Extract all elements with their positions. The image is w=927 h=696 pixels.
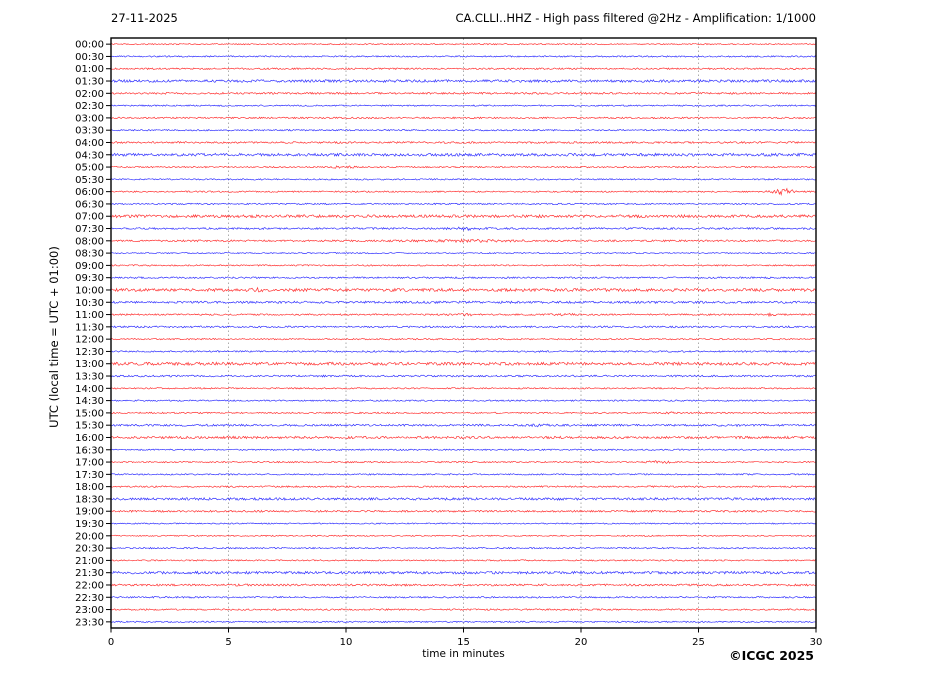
trace-row [110,399,817,402]
trace-row [110,276,817,280]
y-tick-label: 22:00 [75,580,104,591]
y-tick-label: 18:00 [75,482,104,493]
trace-row [110,583,817,587]
y-tick-label: 06:00 [75,187,104,198]
trace-row [110,448,817,452]
x-axis-title: time in minutes [422,648,505,660]
y-tick-label: 02:30 [75,101,104,112]
y-tick-label: 21:00 [75,556,104,567]
trace-row [110,128,817,132]
y-tick-label: 17:00 [75,458,104,469]
y-tick-label: 09:30 [75,273,104,284]
y-tick-label: 15:30 [75,421,104,432]
trace-row [110,473,817,476]
y-tick-label: 13:30 [75,372,104,383]
trace-row [110,78,817,84]
y-tick-label: 06:30 [75,199,104,210]
helicorder-screenshot: 27-11-2025 CA.CLLI..HHZ - High pass filt… [0,0,927,696]
y-tick-label: 07:30 [75,224,104,235]
trace-row [110,435,817,440]
trace-row [110,67,817,71]
trace-row [110,620,817,624]
y-tick-label: 05:00 [75,163,104,174]
y-tick-label: 13:00 [75,359,104,370]
y-tick-label: 10:00 [75,285,104,296]
x-tick-label: 10 [340,637,353,648]
trace-row [110,534,817,537]
y-tick-label: 18:30 [75,494,104,505]
y-tick-label: 21:30 [75,568,104,579]
y-tick-label: 02:00 [75,89,104,100]
y-tick-label: 20:30 [75,544,104,555]
y-tick-label: 14:30 [75,396,104,407]
trace-row [110,286,817,293]
y-tick-label: 11:30 [75,322,104,333]
y-tick-label: 23:30 [75,617,104,628]
x-tick-label: 25 [692,637,705,648]
y-tick-label: 00:30 [75,52,104,63]
y-tick-label: 09:00 [75,261,104,272]
trace-row [110,264,817,267]
helicorder-plot: 00:0000:3001:00 01:3002:0002:3003:00 03:30… [75,37,823,648]
y-tick-label: 01:30 [75,77,104,88]
y-tick-label: 07:00 [75,212,104,223]
y-tick-label: 17:30 [75,470,104,481]
y-tick-label: 03:00 [75,113,104,124]
x-tick-label: 5 [225,637,231,648]
y-tick-label: 04:30 [75,150,104,161]
y-tick-label: 22:30 [75,593,104,604]
y-tick-label: 15:00 [75,408,104,419]
y-tick-label: 04:00 [75,138,104,149]
y-tick-label: 14:00 [75,384,104,395]
y-tick-label: 08:00 [75,236,104,247]
trace-row [110,104,817,107]
x-tick-label: 15 [457,637,470,648]
trace-row [110,116,817,120]
y-tick-label: 20:00 [75,531,104,542]
y-tick-label: 01:00 [75,64,104,75]
y-tick-label: 16:00 [75,433,104,444]
trace-row [110,251,817,255]
x-tick-label: 20 [575,637,588,648]
x-tick-label: 30 [810,637,823,648]
trace-row [110,608,817,611]
y-tick-label: 12:00 [75,335,104,346]
y-tick-label: 23:00 [75,605,104,616]
trace-row [110,411,817,415]
y-tick-label: 19:30 [75,519,104,530]
y-tick-label: 11:00 [75,310,104,321]
trace-row [110,91,817,95]
y-tick-label: 19:00 [75,507,104,518]
y-tick-label: 00:00 [75,40,104,51]
copyright-label: ©ICGC 2025 [729,648,814,663]
trace-row [110,187,817,197]
y-tick-label: 16:30 [75,445,104,456]
y-tick-label: 12:30 [75,347,104,358]
y-tick-label: 08:30 [75,249,104,260]
trace-row [110,595,817,599]
y-tick-label: 03:30 [75,126,104,137]
x-tick-label: 0 [108,637,114,648]
trace-row [110,423,817,428]
y-tick-label: 05:30 [75,175,104,186]
y-tick-label: 10:30 [75,298,104,309]
